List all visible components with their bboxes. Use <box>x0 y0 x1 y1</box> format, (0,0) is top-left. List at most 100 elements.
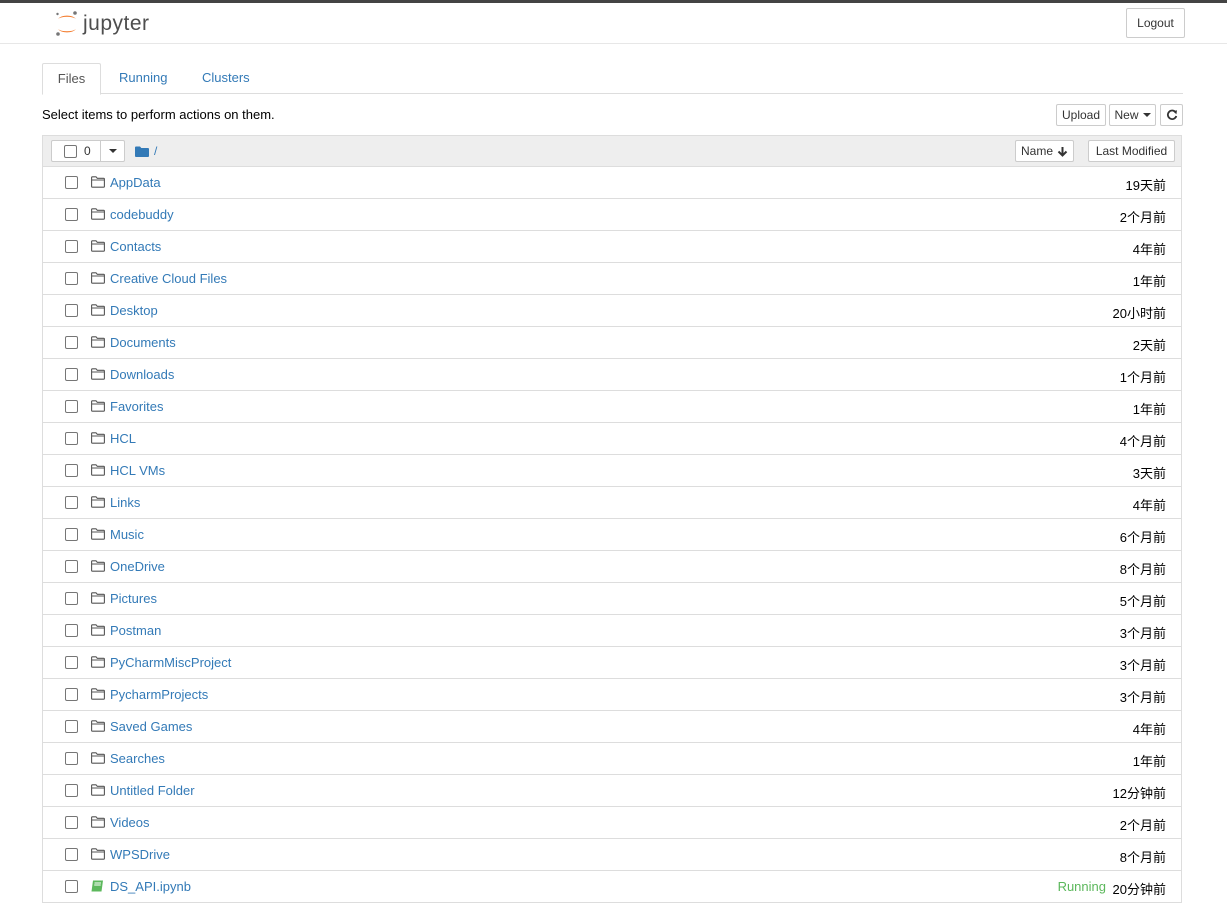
folder-icon <box>91 816 105 831</box>
item-link[interactable]: Documents <box>110 335 176 350</box>
logout-button[interactable]: Logout <box>1126 8 1185 38</box>
list-item[interactable]: Contacts 4年前 <box>43 231 1181 263</box>
list-item[interactable]: PycharmProjects 3个月前 <box>43 679 1181 711</box>
breadcrumb[interactable]: / <box>135 144 157 158</box>
list-item[interactable]: Downloads 1个月前 <box>43 359 1181 391</box>
item-checkbox[interactable] <box>65 592 78 605</box>
list-item[interactable]: Creative Cloud Files 1年前 <box>43 263 1181 295</box>
item-checkbox[interactable] <box>65 880 78 893</box>
list-item[interactable]: PyCharmMiscProject 3个月前 <box>43 647 1181 679</box>
folder-icon <box>91 720 105 735</box>
item-link[interactable]: DS_API.ipynb <box>110 879 191 894</box>
item-link[interactable]: OneDrive <box>110 559 165 574</box>
list-item[interactable]: Postman 3个月前 <box>43 615 1181 647</box>
item-checkbox[interactable] <box>65 784 78 797</box>
list-item[interactable]: Untitled Folder 12分钟前 <box>43 775 1181 807</box>
tab-bar: Files Running Clusters <box>42 63 1183 95</box>
list-item[interactable]: HCL VMs 3天前 <box>43 455 1181 487</box>
file-list: 0 / Name Last Modified AppData 19天前 codebu… <box>42 135 1182 903</box>
item-link[interactable]: AppData <box>110 175 161 190</box>
item-modified: 8个月前 <box>1119 562 1166 577</box>
tab-files[interactable]: Files <box>42 63 101 95</box>
list-item[interactable]: Music 6个月前 <box>43 519 1181 551</box>
new-button[interactable]: New <box>1109 104 1156 126</box>
item-checkbox[interactable] <box>65 464 78 477</box>
item-checkbox[interactable] <box>65 720 78 733</box>
item-modified: 19天前 <box>1125 178 1166 193</box>
folder-icon <box>91 432 105 447</box>
item-checkbox[interactable] <box>65 432 78 445</box>
item-link[interactable]: HCL <box>110 431 136 446</box>
item-link[interactable]: Links <box>110 495 140 510</box>
item-checkbox[interactable] <box>65 528 78 541</box>
item-link[interactable]: HCL VMs <box>110 463 165 478</box>
item-modified: 4年前 <box>1132 498 1166 513</box>
item-link[interactable]: Saved Games <box>110 719 192 734</box>
item-checkbox[interactable] <box>65 848 78 861</box>
list-item[interactable]: Favorites 1年前 <box>43 391 1181 423</box>
item-link[interactable]: Creative Cloud Files <box>110 271 227 286</box>
select-all-checkbox[interactable] <box>64 145 77 158</box>
list-item[interactable]: DS_API.ipynb Running 20分钟前 <box>43 871 1181 903</box>
item-checkbox[interactable] <box>65 656 78 669</box>
folder-icon <box>91 368 105 383</box>
item-checkbox[interactable] <box>65 400 78 413</box>
list-item[interactable]: OneDrive 8个月前 <box>43 551 1181 583</box>
item-link[interactable]: Desktop <box>110 303 158 318</box>
item-link[interactable]: Postman <box>110 623 161 638</box>
breadcrumb-root[interactable]: / <box>154 144 157 158</box>
item-checkbox[interactable] <box>65 272 78 285</box>
item-link[interactable]: Videos <box>110 815 150 830</box>
item-link[interactable]: PycharmProjects <box>110 687 208 702</box>
list-item[interactable]: Videos 2个月前 <box>43 807 1181 839</box>
item-link[interactable]: WPSDrive <box>110 847 170 862</box>
list-item[interactable]: WPSDrive 8个月前 <box>43 839 1181 871</box>
item-link[interactable]: PyCharmMiscProject <box>110 655 231 670</box>
item-checkbox[interactable] <box>65 336 78 349</box>
list-item[interactable]: Searches 1年前 <box>43 743 1181 775</box>
refresh-icon <box>1166 109 1177 120</box>
item-link[interactable]: codebuddy <box>110 207 174 222</box>
item-link[interactable]: Searches <box>110 751 165 766</box>
sort-name-button[interactable]: Name <box>1015 140 1074 162</box>
item-link[interactable]: Music <box>110 527 144 542</box>
item-checkbox[interactable] <box>65 176 78 189</box>
item-modified: 3个月前 <box>1119 626 1166 641</box>
item-link[interactable]: Favorites <box>110 399 163 414</box>
list-item[interactable]: HCL 4个月前 <box>43 423 1181 455</box>
item-checkbox[interactable] <box>65 208 78 221</box>
arrow-down-icon <box>1057 146 1068 157</box>
item-checkbox[interactable] <box>65 624 78 637</box>
refresh-button[interactable] <box>1160 104 1183 126</box>
item-checkbox[interactable] <box>65 496 78 509</box>
header-bar: jupyter Logout <box>0 3 1227 44</box>
list-item[interactable]: AppData 19天前 <box>43 167 1181 199</box>
tab-clusters[interactable]: Clusters <box>202 63 250 94</box>
item-link[interactable]: Untitled Folder <box>110 783 195 798</box>
item-checkbox[interactable] <box>65 304 78 317</box>
list-item[interactable]: Pictures 5个月前 <box>43 583 1181 615</box>
sort-last-modified-button[interactable]: Last Modified <box>1088 140 1175 162</box>
item-link[interactable]: Downloads <box>110 367 174 382</box>
item-checkbox[interactable] <box>65 752 78 765</box>
item-link[interactable]: Pictures <box>110 591 157 606</box>
item-checkbox[interactable] <box>65 816 78 829</box>
jupyter-logo[interactable]: jupyter <box>54 10 150 38</box>
folder-icon <box>91 528 105 543</box>
item-modified: 1年前 <box>1132 754 1166 769</box>
running-status: Running <box>1057 879 1106 894</box>
list-item[interactable]: Desktop 20小时前 <box>43 295 1181 327</box>
item-link[interactable]: Contacts <box>110 239 161 254</box>
list-item[interactable]: Saved Games 4年前 <box>43 711 1181 743</box>
item-checkbox[interactable] <box>65 368 78 381</box>
item-checkbox[interactable] <box>65 240 78 253</box>
item-checkbox[interactable] <box>65 688 78 701</box>
upload-button[interactable]: Upload <box>1056 104 1106 126</box>
list-item[interactable]: Links 4年前 <box>43 487 1181 519</box>
select-dropdown-button[interactable] <box>100 140 125 162</box>
item-modified: 20分钟前 <box>1112 882 1166 897</box>
item-checkbox[interactable] <box>65 560 78 573</box>
list-item[interactable]: codebuddy 2个月前 <box>43 199 1181 231</box>
list-item[interactable]: Documents 2天前 <box>43 327 1181 359</box>
tab-running[interactable]: Running <box>119 63 167 94</box>
